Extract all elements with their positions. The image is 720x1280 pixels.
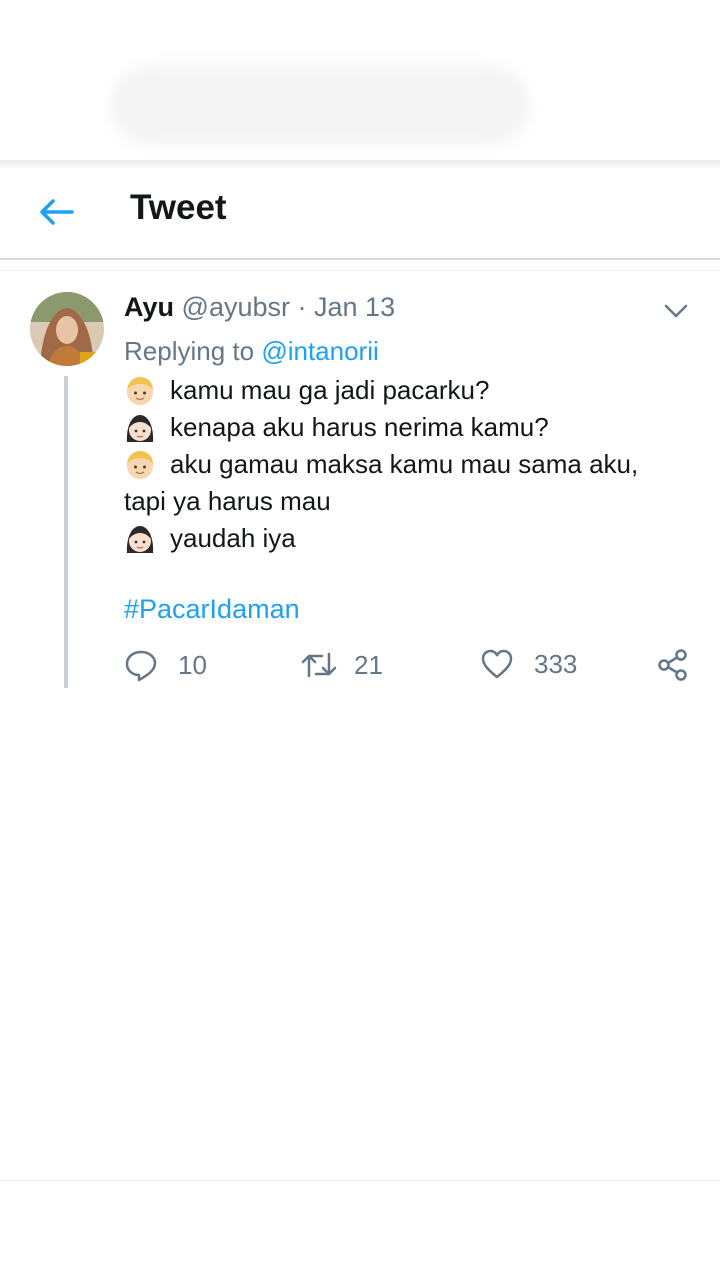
author-handle[interactable]: @ayubsr <box>182 292 290 322</box>
tweet-line: yaudah iya <box>124 520 694 557</box>
tweet-date[interactable]: Jan 13 <box>314 292 395 322</box>
girl-emoji <box>124 412 156 444</box>
tweet-text: kamu mau ga jadi pacarku? kenapa aku har… <box>124 372 694 557</box>
arrow-left-icon <box>40 199 74 225</box>
tweet-actions: 10 21 333 <box>124 648 694 688</box>
retweet-button[interactable]: 21 <box>300 648 383 682</box>
top-divider <box>0 160 720 170</box>
header-divider <box>0 258 720 260</box>
tweet-line: aku gamau maksa kamu mau sama aku, <box>124 446 694 483</box>
retweet-icon <box>301 652 337 678</box>
page-title: Tweet <box>130 188 227 227</box>
back-button[interactable] <box>30 190 82 234</box>
line-text: tapi ya harus mau <box>124 486 331 516</box>
tweet-line: kamu mau ga jadi pacarku? <box>124 372 694 409</box>
share-button[interactable] <box>656 648 690 682</box>
app-header: Tweet <box>0 170 720 258</box>
hashtag-link[interactable]: #PacarIdaman <box>124 594 300 625</box>
replying-handle[interactable]: @intanorii <box>261 336 378 366</box>
avatar-image <box>30 292 104 366</box>
tweet-line: kenapa aku harus nerima kamu? <box>124 409 694 446</box>
retweet-count: 21 <box>354 649 383 680</box>
line-text: kenapa aku harus nerima kamu? <box>170 412 549 442</box>
heart-icon <box>481 649 513 679</box>
avatar[interactable] <box>30 292 104 366</box>
line-text: yaudah iya <box>170 523 296 553</box>
like-button[interactable]: 333 <box>480 648 577 680</box>
chevron-down-icon <box>664 304 688 318</box>
reply-button[interactable]: 10 <box>124 648 207 682</box>
boy-emoji <box>124 449 156 481</box>
tweet-header: Ayu @ayubsr · Jan 13 <box>124 292 395 323</box>
replying-to: Replying to @intanorii <box>124 336 379 367</box>
bottom-divider <box>0 1180 720 1181</box>
thread-line <box>64 376 68 688</box>
line-text: kamu mau ga jadi pacarku? <box>170 375 490 405</box>
share-icon <box>658 649 687 681</box>
header-divider-secondary <box>0 270 720 271</box>
tweet-line: tapi ya harus mau <box>124 483 694 520</box>
like-count: 333 <box>534 648 578 679</box>
status-area <box>0 0 720 160</box>
reply-icon <box>125 650 157 682</box>
girl-emoji <box>124 523 156 555</box>
replying-prefix: Replying to <box>124 336 255 366</box>
boy-emoji <box>124 375 156 407</box>
separator: · <box>297 292 307 322</box>
line-text: aku gamau maksa kamu mau sama aku, <box>170 449 639 479</box>
author-name[interactable]: Ayu <box>124 292 174 322</box>
tweet[interactable]: Ayu @ayubsr · Jan 13 Replying to @intano… <box>0 272 720 702</box>
reply-count: 10 <box>178 649 207 680</box>
tweet-menu-button[interactable] <box>662 298 690 322</box>
faded-search-bar <box>110 64 530 146</box>
